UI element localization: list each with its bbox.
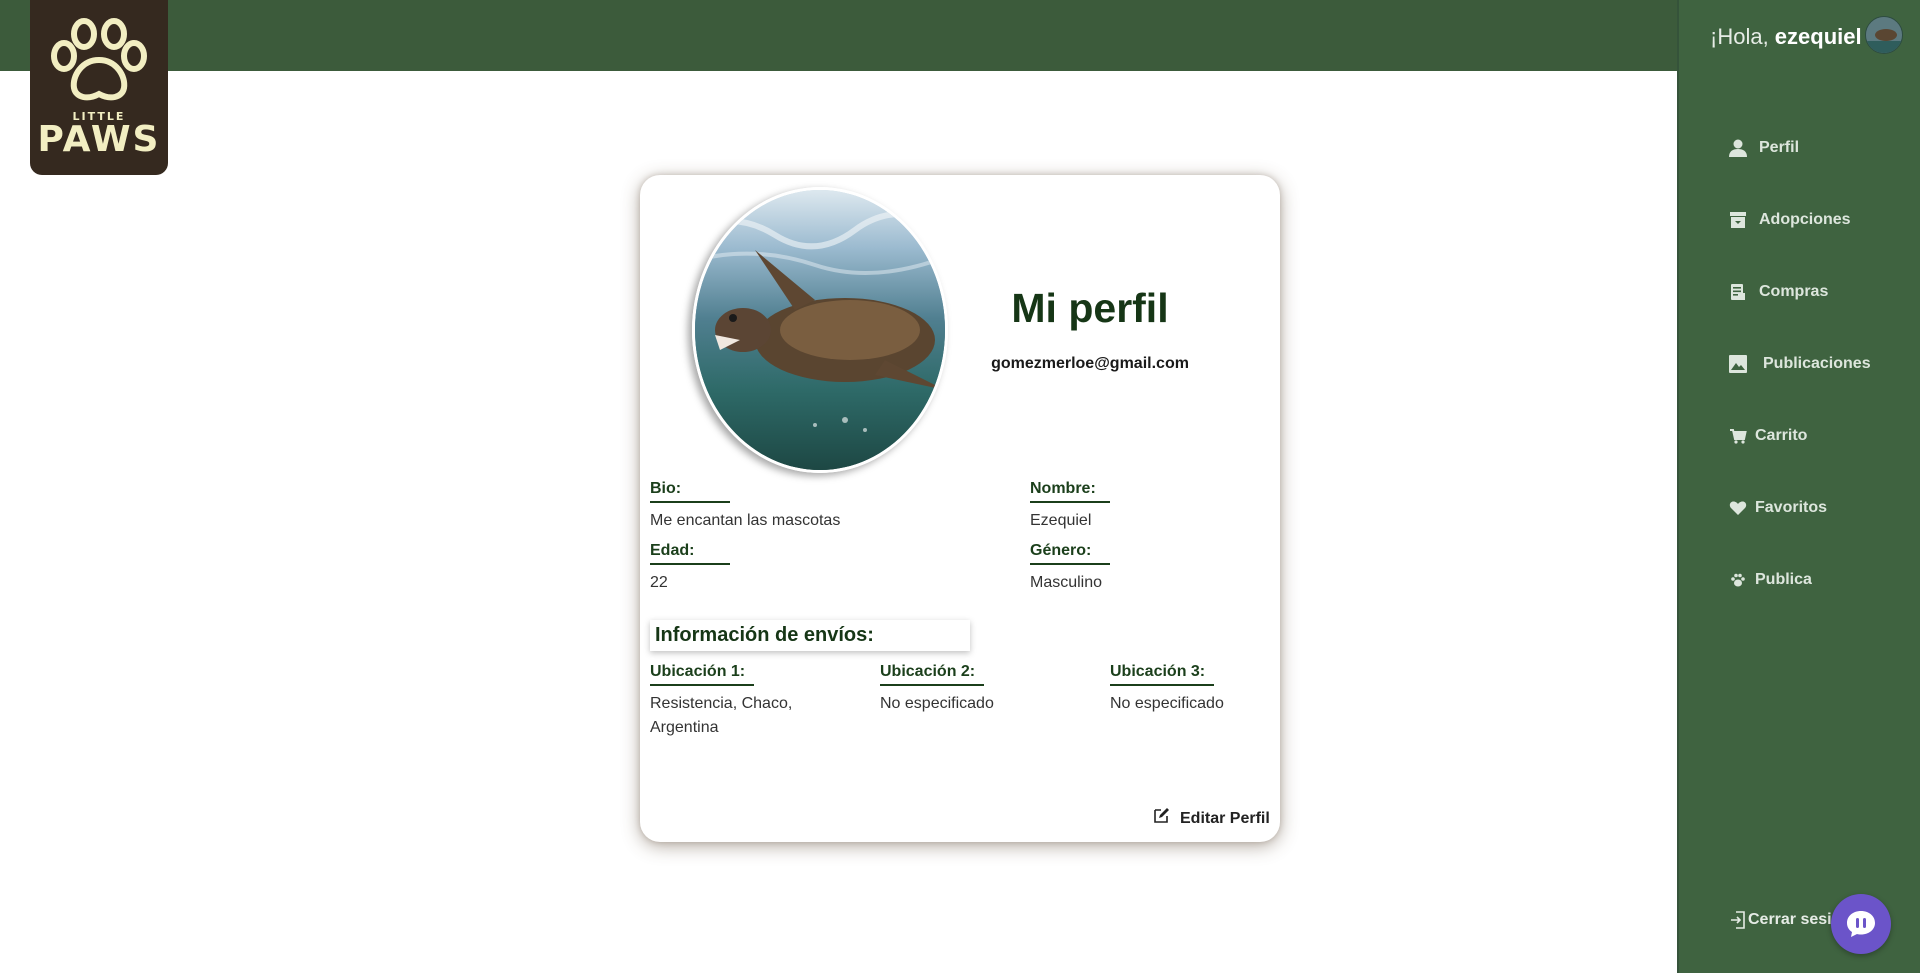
user-email: gomezmerloe@gmail.com (991, 355, 1189, 372)
logout-label: Cerrar sesi (1748, 911, 1832, 928)
gender-label: Género: (1030, 542, 1110, 565)
avatar[interactable] (1865, 16, 1903, 54)
greeting: ¡Hola, ezequiel (1710, 24, 1862, 50)
top-bar (0, 0, 1677, 71)
location-3-label: Ubicación 3: (1110, 663, 1214, 686)
age-label: Edad: (650, 542, 730, 565)
greeting-prefix: ¡Hola, (1710, 24, 1775, 49)
name-label: Nombre: (1030, 480, 1110, 503)
page-title: Mi perfil (1011, 285, 1169, 331)
shipping-section-title: Información de envíos: (650, 620, 970, 651)
location-3-value: No especificado (1110, 695, 1224, 712)
edit-profile-label: Editar Perfil (1180, 809, 1270, 827)
sidebar-item-carrito[interactable]: Carrito (1727, 400, 1871, 472)
logout-button[interactable]: Cerrar sesi (1730, 911, 1832, 929)
name-value: Ezequiel (1030, 512, 1092, 529)
sidebar-item-label: Perfil (1759, 139, 1800, 156)
cart-icon (1727, 425, 1749, 447)
edit-icon (1152, 807, 1170, 830)
sidebar-item-publica[interactable]: Publica (1727, 544, 1871, 616)
person-icon (1727, 137, 1749, 159)
paw-logo-icon (51, 18, 147, 101)
edit-profile-button[interactable]: Editar Perfil (1152, 807, 1270, 830)
sidebar-item-label: Compras (1759, 283, 1829, 300)
logout-icon (1730, 911, 1746, 929)
sidebar-item-label: Adopciones (1759, 211, 1851, 228)
sidebar-item-label: Publica (1755, 571, 1812, 588)
logo-text-big: PAWS (37, 119, 161, 160)
sidebar-item-perfil[interactable]: Perfil (1727, 112, 1871, 184)
sidebar-item-favoritos[interactable]: Favoritos (1727, 472, 1871, 544)
paw-icon (1727, 569, 1749, 591)
sidebar-item-compras[interactable]: Compras (1727, 256, 1871, 328)
location-2-label: Ubicación 2: (880, 663, 984, 686)
little-paws-logo[interactable]: LITTLE PAWS (30, 0, 168, 175)
sidebar-item-label: Carrito (1755, 427, 1808, 444)
chat-button[interactable] (1831, 894, 1891, 954)
avatar-turtle-image (1866, 17, 1902, 53)
age-value: 22 (650, 574, 668, 591)
profile-card: Mi perfil gomezmerloe@gmail.com Bio: Me … (640, 175, 1280, 842)
sidebar-item-publicaciones[interactable]: Publicaciones (1727, 328, 1871, 400)
sidebar-item-label: Favoritos (1755, 499, 1828, 516)
chat-icon (1847, 911, 1875, 937)
bio-value: Me encantan las mascotas (650, 512, 841, 529)
profile-photo (692, 187, 948, 473)
sidebar-item-adopciones[interactable]: Adopciones (1727, 184, 1871, 256)
sidebar-nav: Perfil Adopciones Compras Publicaciones … (1727, 112, 1871, 616)
image-icon (1727, 353, 1749, 375)
archive-icon (1727, 209, 1749, 231)
receipt-icon (1727, 281, 1749, 303)
heart-icon (1727, 497, 1749, 519)
sidebar: ¡Hola, ezequiel Perfil Adopciones Compra… (1677, 0, 1920, 973)
location-1-label: Ubicación 1: (650, 663, 754, 686)
sidebar-item-label: Publicaciones (1763, 355, 1871, 372)
greeting-username: ezequiel (1774, 24, 1862, 49)
bio-label: Bio: (650, 480, 730, 503)
gender-value: Masculino (1030, 574, 1103, 591)
location-2-value: No especificado (880, 695, 994, 712)
turtle-photo-image (695, 190, 945, 470)
location-1-value: Resistencia, Chaco, Argentina (650, 695, 793, 736)
